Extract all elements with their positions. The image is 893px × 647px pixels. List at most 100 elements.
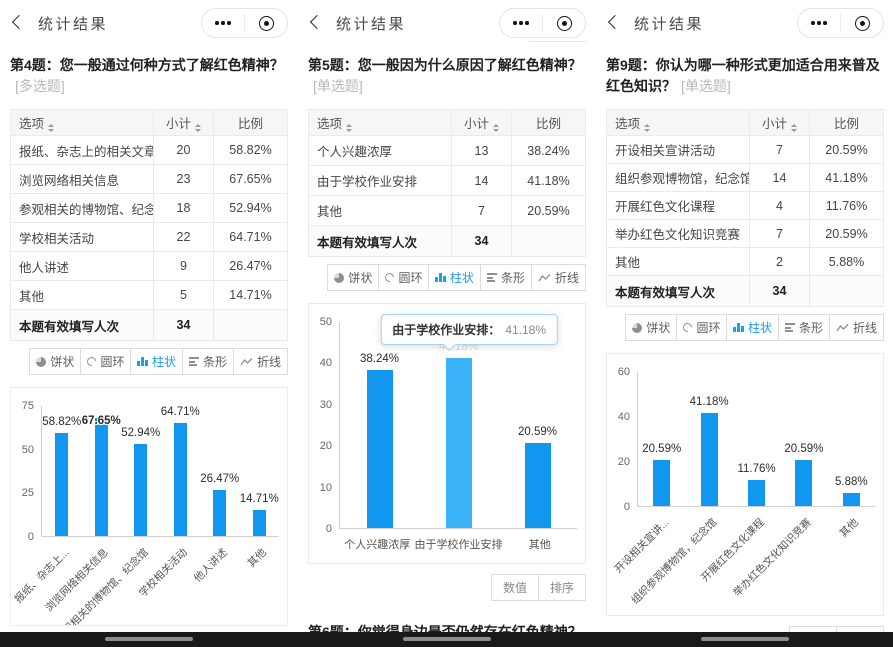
subtotal-cell: 7 [750,220,810,248]
chart-tab-ring[interactable]: 圆环 [80,348,131,375]
chart-tab-hbar[interactable]: 条形 [778,314,830,341]
table-total-row: 本题有效填写人次34 [607,276,884,307]
subtotal-cell: 14 [452,166,512,196]
option-cell: 组织参观博物馆，纪念馆 [607,164,750,192]
more-icon[interactable] [798,21,840,25]
bar[interactable] [174,423,187,536]
chart-type-tabs: 饼状圆环柱状条形折线 [10,348,288,375]
chart-tab-column[interactable]: 柱状 [726,314,779,341]
table-header-option[interactable]: 选项 [309,110,452,136]
bar[interactable] [701,413,718,506]
table-header-option[interactable]: 选项 [11,110,154,136]
option-cell: 学校相关活动 [11,223,154,252]
bar-value-label: 14.71% [240,493,279,505]
bar-value-label: 41.18% [690,396,729,408]
bar[interactable] [213,490,226,536]
bar[interactable] [843,493,860,506]
ratio-cell: 20.59% [512,196,586,226]
ring-icon [86,355,99,368]
screen-question-4: 统计结果 第4题：您一般通过何种方式了解红色精神？[多选题] 选项小计比例报纸、… [0,0,298,647]
pie-icon [334,273,344,283]
bar[interactable] [95,418,108,536]
pie-icon [632,323,642,333]
bar-slot: 26.47% [200,406,240,536]
chart-tab-label: 折线 [555,269,579,286]
more-icon[interactable] [202,21,244,25]
option-cell: 由于学校作业安排 [309,166,452,196]
exit-icon[interactable] [543,16,585,31]
table-row: 由于学校作业安排1441.18% [309,166,586,196]
chart-body: 0102030405038.24%41.18%20.59%由于学校作业安排：41… [311,322,577,529]
table-header-subtotal[interactable]: 小计 [750,110,810,136]
chart-tab-column[interactable]: 柱状 [130,348,183,375]
table-row: 举办红色文化知识竞赛720.59% [607,220,884,248]
stats-table: 选项小计比例报纸、杂志上的相关文章2058.82%浏览网络相关信息2367.65… [10,109,288,341]
bar-slot: 64.71% [161,406,201,536]
chart-tab-pie[interactable]: 饼状 [625,314,677,341]
bar[interactable] [446,358,472,529]
chart-tab-hbar[interactable]: 条形 [182,348,234,375]
ratio-cell: 67.65% [214,165,288,194]
chart-tab-hbar[interactable]: 条形 [480,264,532,291]
back-icon[interactable] [310,15,324,29]
stats-table: 选项小计比例开设相关宣讲活动720.59%组织参观博物馆，纪念馆1441.18%… [606,109,884,307]
total-label-cell: 本题有效填写人次 [309,226,452,257]
chart-tab-label: 折线 [853,319,877,336]
bar-slot: 11.76% [733,372,780,506]
table-header-subtotal[interactable]: 小计 [154,110,214,136]
ratio-cell: 38.24% [512,136,586,166]
page-title: 统计结果 [336,13,406,34]
table-row: 浏览网络相关信息2367.65% [11,165,288,194]
option-cell: 开设相关宣讲活动 [607,136,750,164]
wechat-capsule [201,8,288,38]
exit-icon[interactable] [841,16,883,31]
more-icon[interactable] [500,21,542,25]
chart-tab-pie[interactable]: 饼状 [29,348,81,375]
sort-button[interactable]: 排序 [538,574,586,601]
value-button[interactable]: 数值 [491,574,539,601]
option-cell: 其他 [607,248,750,276]
chart-tab-ring[interactable]: 圆环 [676,314,727,341]
bar[interactable] [795,460,812,506]
bar[interactable] [525,443,551,528]
y-axis-tick: 20 [320,440,332,452]
chart-body: 020406020.59%41.18%11.76%20.59%5.88% [609,372,875,507]
chart-tab-line[interactable]: 折线 [829,314,884,341]
table-header-ratio: 比例 [214,110,288,136]
subtotal-cell: 9 [154,252,214,281]
table-header-option[interactable]: 选项 [607,110,750,136]
chart-tab-column[interactable]: 柱状 [428,264,481,291]
exit-icon[interactable] [245,16,287,31]
question-title: 第9题：你认为哪一种形式更加适合用来普及红色知识？[单选题] [606,55,884,97]
bar-slot: 20.59% [638,372,685,506]
back-icon[interactable] [608,15,622,29]
bar[interactable] [748,480,765,507]
chart-type-tabs: 饼状圆环柱状条形 折线 [308,264,586,291]
x-axis-label: 由于学校作业安排 [415,529,503,552]
bar[interactable] [367,370,393,528]
chart-tab-ring[interactable]: 圆环 [378,264,429,291]
ratio-cell: 64.71% [214,223,288,252]
ratio-cell: 26.47% [214,252,288,281]
chart-tab-label: 圆环 [696,319,720,336]
table-total-row: 本题有效填写人次34 [309,226,586,257]
chart-tab-pie[interactable]: 饼状 [327,264,379,291]
y-axis-tick: 60 [618,366,630,378]
bar[interactable] [55,433,68,536]
table-header-subtotal[interactable]: 小计 [452,110,512,136]
bar[interactable] [653,460,670,506]
bar-slot: 5.88% [828,372,875,506]
option-cell: 参观相关的博物馆、纪念馆 [11,194,154,223]
column-icon [733,323,744,332]
x-axis: 报纸、杂志上...浏览网络相关信息参观相关的博物馆、纪念馆学校相关活动他人讲述其… [13,537,279,619]
bar[interactable] [134,444,147,537]
home-indicator [701,637,789,641]
ratio-cell: 41.18% [810,164,884,192]
bar-value-label: 38.24% [360,353,399,365]
chart-tab-line[interactable]: 折线 [233,348,288,375]
option-cell: 举办红色文化知识竞赛 [607,220,750,248]
chart-tab-line[interactable]: 折线 [531,264,586,291]
table-row: 其他720.59% [309,196,586,226]
bar[interactable] [253,510,266,536]
back-icon[interactable] [12,15,26,29]
